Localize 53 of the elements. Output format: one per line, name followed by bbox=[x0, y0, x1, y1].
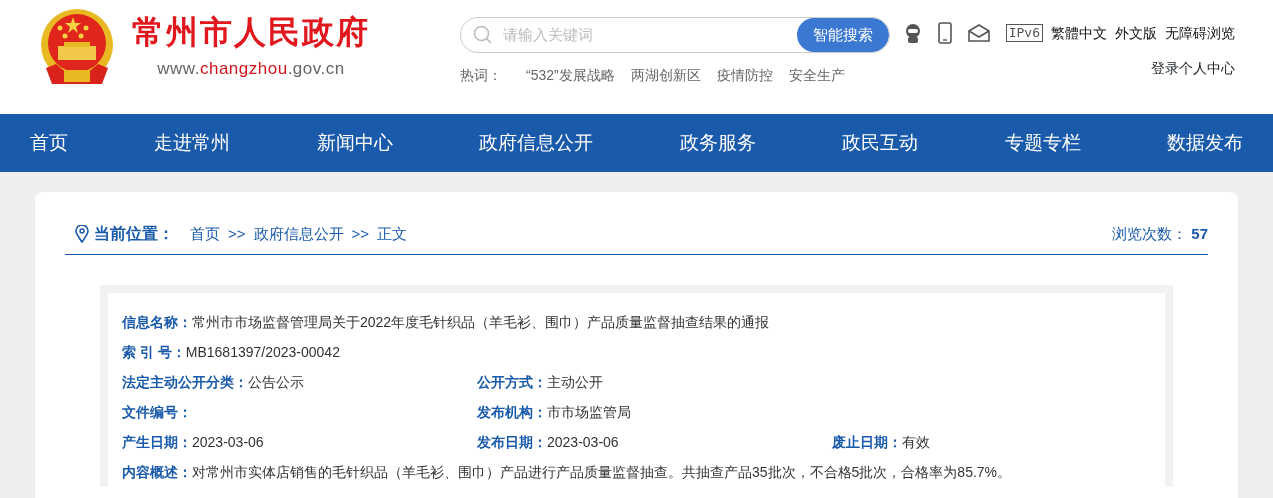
login-link[interactable]: 登录个人中心 bbox=[1151, 58, 1235, 79]
language-link[interactable]: 外文版 bbox=[1115, 22, 1157, 44]
site-title[interactable]: 常州市人民政府 bbox=[132, 16, 370, 49]
search-button[interactable]: 智能搜索 bbox=[797, 18, 889, 52]
field-label: 公开方式： bbox=[477, 373, 547, 390]
hot-words-label: 热词： bbox=[460, 66, 502, 85]
field-value: 有效 bbox=[902, 433, 930, 450]
field-label: 废止日期： bbox=[832, 433, 902, 450]
mobile-phone-icon[interactable] bbox=[937, 22, 952, 44]
field-label: 文件编号： bbox=[122, 403, 192, 420]
field-label: 发布机构： bbox=[477, 403, 547, 420]
language-link[interactable]: 无障碍浏览 bbox=[1165, 22, 1235, 44]
view-count: 57 bbox=[1191, 223, 1208, 244]
nav-link[interactable]: 走进常州 bbox=[154, 128, 231, 158]
envelope-icon[interactable] bbox=[967, 24, 990, 42]
field-value: 2023-03-06 bbox=[547, 433, 619, 450]
field-label: 信息名称： bbox=[122, 313, 192, 330]
nav-link[interactable]: 专题专栏 bbox=[1004, 128, 1081, 158]
field-label: 产生日期： bbox=[122, 433, 192, 450]
field-label: 发布日期： bbox=[477, 433, 547, 450]
view-count-label: 浏览次数： bbox=[1112, 223, 1188, 244]
breadcrumb-link[interactable]: 正文 bbox=[377, 222, 408, 246]
nav-link[interactable]: 政民互动 bbox=[842, 128, 919, 158]
nav-link[interactable]: 政府信息公开 bbox=[479, 128, 594, 158]
nav-link[interactable]: 新闻中心 bbox=[316, 128, 393, 158]
breadcrumb-link[interactable]: 政府信息公开 bbox=[253, 222, 344, 246]
breadcrumb-separator: >> bbox=[351, 223, 370, 244]
hot-word-link[interactable]: 疫情防控 bbox=[716, 65, 773, 86]
search-icon bbox=[473, 25, 493, 45]
field-value: 公告公示 bbox=[248, 373, 304, 390]
hot-word-link[interactable]: 两湖创新区 bbox=[630, 65, 701, 86]
field-value: 主动公开 bbox=[547, 373, 603, 390]
field-value: 对常州市实体店销售的毛针织品（羊毛衫、围巾）产品进行产品质量监督抽查。共抽查产品35批次，不合格5批次，合格率为85.7%。 bbox=[192, 463, 1012, 480]
location-pin-icon bbox=[75, 225, 89, 243]
breadcrumb-label: 当前位置： bbox=[94, 224, 174, 244]
language-link[interactable]: 繁體中文 bbox=[1051, 22, 1107, 44]
site-url[interactable]: www.changzhou.gov.cn bbox=[157, 56, 345, 82]
ipv6-badge[interactable]: IPv6 bbox=[1005, 24, 1043, 42]
breadcrumb-separator: >> bbox=[228, 223, 246, 244]
field-value: 常州市市场监督管理局关于2022年度毛针织品（羊毛衫、围巾）产品质量监督抽查结果的通报 bbox=[192, 313, 770, 330]
robot-icon[interactable] bbox=[903, 23, 922, 43]
field-label: 内容概述： bbox=[122, 463, 192, 480]
hot-word-link[interactable]: “532”发展战略 bbox=[526, 65, 615, 86]
field-value: 2023-03-06 bbox=[192, 433, 264, 450]
nav-link[interactable]: 政务服务 bbox=[679, 128, 756, 158]
field-label: 法定主动公开分类： bbox=[122, 373, 248, 390]
field-value: MB1681397/2023-00042 bbox=[185, 343, 340, 360]
breadcrumb-link[interactable]: 首页 bbox=[190, 222, 220, 246]
hot-word-link[interactable]: 安全生产 bbox=[788, 65, 845, 86]
field-label: 索 引 号： bbox=[122, 343, 186, 360]
field-value: 市市场监管局 bbox=[547, 403, 631, 420]
nav-link[interactable]: 数据发布 bbox=[1166, 128, 1243, 158]
nav-link[interactable]: 首页 bbox=[30, 128, 68, 158]
